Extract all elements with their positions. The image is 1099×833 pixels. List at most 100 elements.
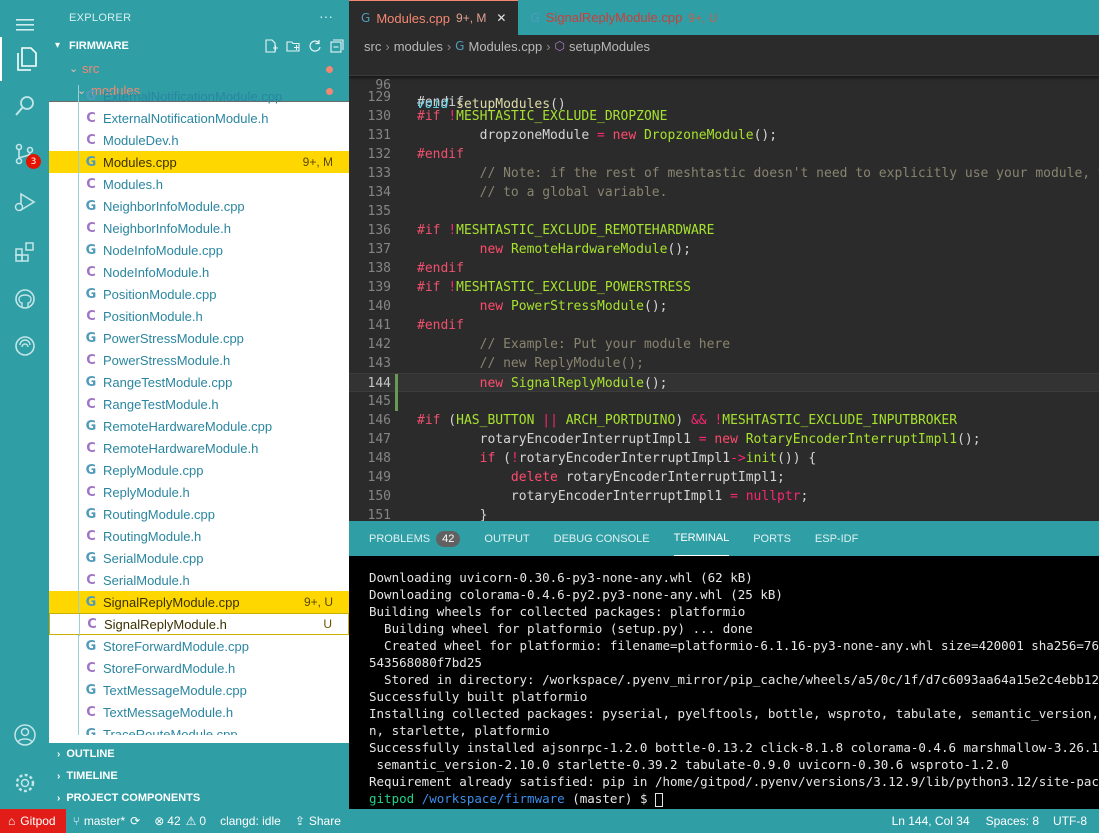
header-file-icon: C — [86, 396, 96, 412]
file-item[interactable]: G ReplyModule.cpp — [49, 459, 349, 481]
panel-tab-debug-console[interactable]: DEBUG CONSOLE — [554, 521, 650, 556]
file-status: 9+, M — [302, 155, 333, 169]
source-control-icon[interactable] — [0, 132, 49, 176]
folder-src[interactable]: ⌄ src — [49, 58, 349, 80]
file-item[interactable]: C RemoteHardwareModule.h — [49, 437, 349, 459]
workspace-section-header[interactable]: ▾ FIRMWARE — [49, 36, 349, 58]
sync-icon[interactable]: ⟳ — [130, 814, 140, 828]
file-item[interactable]: G StoreForwardModule.cpp — [49, 635, 349, 657]
code-text: new RemoteHardwareModule(); — [479, 242, 691, 257]
clangd-status[interactable]: clangd: idle — [213, 809, 288, 833]
file-item[interactable]: C NeighborInfoModule.h — [49, 217, 349, 239]
search-icon[interactable] — [0, 84, 49, 128]
refresh-icon[interactable] — [307, 38, 323, 54]
file-item[interactable]: G TraceRouteModule.cpp — [49, 723, 349, 735]
close-icon[interactable]: ✕ — [496, 11, 506, 25]
panel-tab-esp-idf[interactable]: ESP-IDF — [815, 521, 858, 556]
breadcrumb-modules[interactable]: modules — [394, 39, 443, 54]
breadcrumb-file[interactable]: Modules.cpp — [468, 39, 542, 54]
breadcrumb-src[interactable]: src — [364, 39, 381, 54]
indentation-status[interactable]: Spaces: 8 — [978, 809, 1047, 833]
file-item[interactable]: G NodeInfoModule.cpp — [49, 239, 349, 261]
file-item[interactable]: G ExternalNotificationModule.cpp — [49, 85, 349, 107]
terminal-line: Building wheel for platformio (setup.py)… — [369, 621, 753, 636]
file-item[interactable]: G RemoteHardwareModule.cpp — [49, 415, 349, 437]
collapse-all-icon[interactable] — [329, 38, 345, 54]
panel-tab-output[interactable]: OUTPUT — [484, 521, 529, 556]
more-actions-icon[interactable]: ··· — [319, 8, 333, 24]
file-item[interactable]: C TextMessageModule.h — [49, 701, 349, 723]
chevron-right-icon: › — [446, 38, 452, 54]
file-name: PositionModule.h — [103, 308, 203, 324]
panel-tab-terminal[interactable]: TERMINAL — [673, 521, 730, 556]
file-item[interactable]: C SignalReplyModule.h U — [49, 613, 349, 636]
header-file-icon: C — [86, 572, 96, 588]
share-label: Share — [308, 814, 341, 828]
tab-signalreplymodule-cpp[interactable]: G SignalReplyModule.cpp 9+, U — [518, 0, 729, 35]
settings-gear-icon[interactable] — [0, 761, 49, 805]
branch-status[interactable]: ⑂ master* ⟳ — [66, 809, 148, 833]
explorer-icon[interactable] — [0, 37, 49, 81]
file-item[interactable]: G Modules.cpp 9+, M — [49, 151, 349, 173]
file-item[interactable]: C SerialModule.h — [49, 569, 349, 591]
run-debug-icon[interactable] — [0, 180, 49, 224]
file-item[interactable]: C StoreForwardModule.h — [49, 657, 349, 679]
cpp-file-icon: G — [85, 506, 97, 522]
file-item[interactable]: C PowerStressModule.h — [49, 349, 349, 371]
section-label: PROJECT COMPONENTS — [66, 792, 201, 804]
warning-icon: ⚠ — [185, 814, 197, 828]
timeline-section[interactable]: › TIMELINE — [49, 765, 349, 787]
cursor-position[interactable]: Ln 144, Col 34 — [884, 809, 978, 833]
file-item[interactable]: G SignalReplyModule.cpp 9+, U — [49, 591, 349, 613]
problems-status[interactable]: ⊗ 42 ⚠ 0 — [147, 809, 213, 833]
file-item[interactable]: C PositionModule.h — [49, 305, 349, 327]
code-text: #if (HAS_BUTTON || ARCH_PORTDUINO) && !M… — [417, 413, 958, 428]
terminal[interactable]: Downloading uvicorn-0.30.6-py3-none-any.… — [349, 556, 1099, 809]
indent-guide — [78, 327, 79, 349]
terminal-prompt[interactable]: gitpod /workspace/firmware (master) $ — [369, 790, 1099, 807]
cpp-file-icon: G — [85, 462, 97, 478]
code-editor[interactable]: #endif 129 130 #if !MESHTASTIC_EXCLUDE_DRO… — [349, 57, 1099, 521]
file-item[interactable]: C RangeTestModule.h — [49, 393, 349, 415]
github-icon[interactable] — [0, 277, 49, 321]
tab-modules-cpp[interactable]: G Modules.cpp 9+, M ✕ — [349, 0, 519, 35]
platformio-icon[interactable] — [0, 324, 49, 368]
encoding-status[interactable]: UTF-8 — [1047, 809, 1099, 833]
file-item[interactable]: C ReplyModule.h — [49, 481, 349, 503]
indent-guide — [78, 437, 79, 459]
file-item[interactable]: G PositionModule.cpp — [49, 283, 349, 305]
file-item[interactable]: G RoutingModule.cpp — [49, 503, 349, 525]
code-line: 96 void setupModules() — [349, 57, 1099, 112]
file-item[interactable]: C Modules.h — [49, 173, 349, 195]
file-item[interactable]: C NodeInfoModule.h — [49, 261, 349, 283]
panel-tab-label: DEBUG CONSOLE — [553, 532, 650, 545]
file-item[interactable]: G PowerStressModule.cpp — [49, 327, 349, 349]
indent-guide — [78, 503, 79, 525]
file-item[interactable]: G TextMessageModule.cpp — [49, 679, 349, 701]
explorer-toolbar — [263, 38, 345, 54]
file-item[interactable]: G SerialModule.cpp — [49, 547, 349, 569]
file-item[interactable]: C RoutingModule.h — [49, 525, 349, 547]
outline-section[interactable]: › OUTLINE — [49, 743, 349, 765]
remote-indicator[interactable]: ⌂ Gitpod — [0, 809, 66, 833]
new-folder-icon[interactable] — [285, 38, 301, 54]
code-line: 151 } — [349, 506, 1099, 521]
terminal-line: Successfully built platformio — [369, 689, 588, 704]
panel-tabs: PROBLEMS 42 OUTPUT DEBUG CONSOLE TERMINAL POR… — [349, 521, 1099, 556]
panel-tab-problems[interactable]: PROBLEMS 42 — [369, 521, 461, 556]
project-components-section[interactable]: › PROJECT COMPONENTS — [49, 787, 349, 809]
file-item[interactable]: C ModuleDev.h — [49, 129, 349, 151]
file-item[interactable]: G RangeTestModule.cpp — [49, 371, 349, 393]
file-item[interactable]: C ExternalNotificationModule.h — [49, 107, 349, 129]
extensions-icon[interactable] — [0, 230, 49, 274]
panel-tab-ports[interactable]: PORTS — [753, 521, 791, 556]
file-item[interactable]: G NeighborInfoModule.cpp — [49, 195, 349, 217]
account-icon[interactable] — [0, 713, 49, 757]
breadcrumb-symbol[interactable]: setupModules — [569, 39, 650, 54]
new-file-icon[interactable] — [263, 38, 279, 54]
indent-guide — [78, 547, 79, 569]
explorer-sidebar: EXPLORER ··· ▾ FIRMWARE ⌄ src ⌄ modules … — [49, 0, 349, 809]
header-file-icon: C — [86, 528, 96, 544]
sticky-scroll-header[interactable]: 96 void setupModules() — [349, 57, 1099, 112]
share-button[interactable]: ⇪ Share — [288, 809, 348, 833]
